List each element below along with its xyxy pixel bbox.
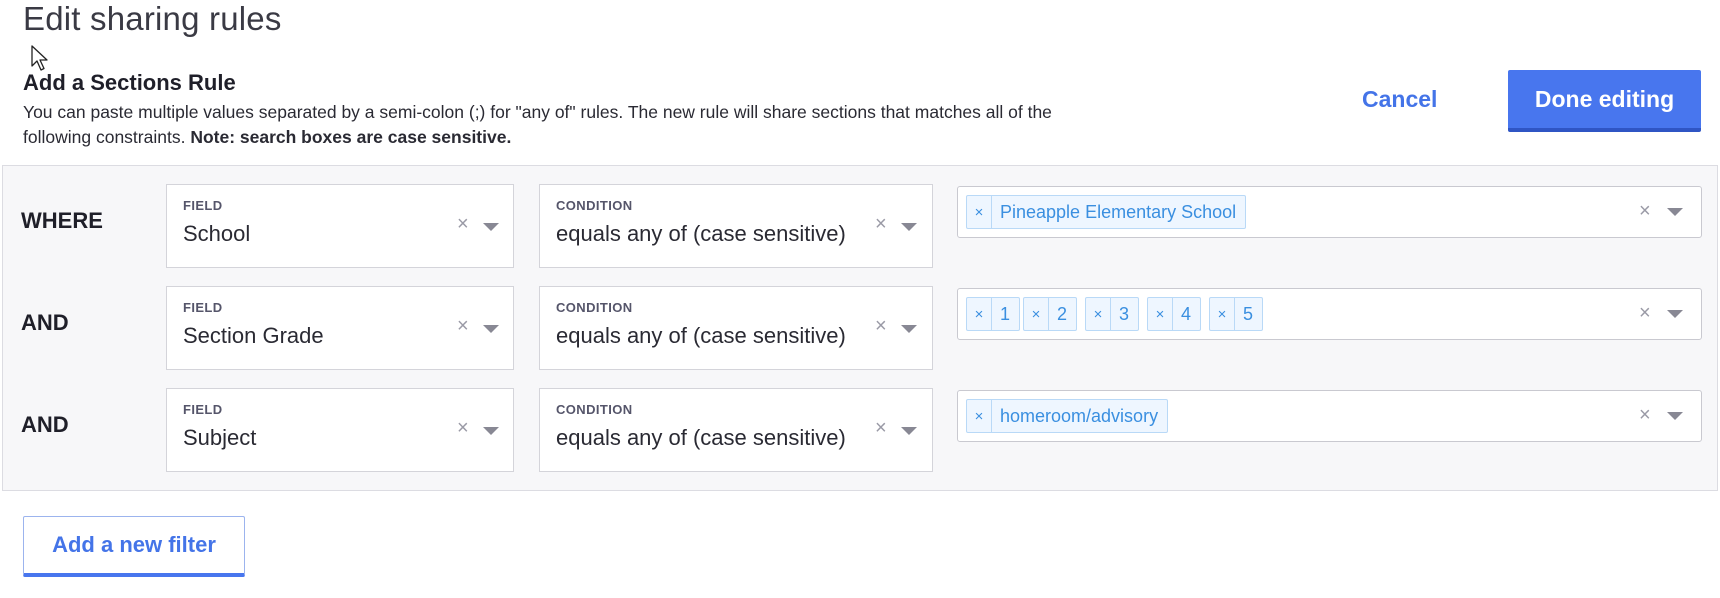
close-icon[interactable]: × [1024,298,1049,330]
values-multiselect[interactable]: × Pineapple Elementary School × [957,186,1702,238]
condition-value: equals any of (case sensitive) [556,323,846,348]
condition-value: equals any of (case sensitive) [556,221,846,246]
filter-row: AND FIELD Subject × CONDITION equals any… [3,388,1717,472]
field-value: School [183,221,251,246]
field-select[interactable]: FIELD School × [166,184,514,268]
done-editing-button[interactable]: Done editing [1508,70,1701,132]
caret-down-icon[interactable] [483,223,499,231]
condition-caption: CONDITION [556,300,633,315]
condition-select[interactable]: CONDITION equals any of (case sensitive)… [539,388,933,472]
caret-down-icon[interactable] [901,325,917,333]
close-icon[interactable]: × [1639,201,1651,221]
filter-connector-label: AND [21,412,69,437]
caret-down-icon[interactable] [1667,412,1683,420]
value-tag: × 2 [1023,297,1078,331]
field-select[interactable]: FIELD Subject × [166,388,514,472]
close-icon[interactable]: × [967,196,992,228]
value-tag-label: homeroom/advisory [1000,405,1159,426]
value-tag: × Pineapple Elementary School [966,195,1247,229]
condition-select[interactable]: CONDITION equals any of (case sensitive)… [539,184,933,268]
rule-description-text: You can paste multiple values separated … [23,102,1052,147]
value-tag-label: 2 [1057,303,1068,324]
value-tag: × 5 [1209,297,1264,331]
values-multiselect[interactable]: × homeroom/advisory × [957,390,1702,442]
rule-note: Note: search boxes are case sensitive. [190,127,512,147]
caret-down-icon[interactable] [1667,208,1683,216]
close-icon[interactable]: × [1210,298,1235,330]
close-icon[interactable]: × [457,316,469,336]
filter-row: WHERE FIELD School × CONDITION equals an… [3,184,1717,268]
condition-caption: CONDITION [556,402,633,417]
page-title: Edit sharing rules [23,0,282,37]
values-multiselect[interactable]: × 1 × 2 × 3 × 4 × 5 × [957,288,1702,340]
value-tag: × 4 [1147,297,1202,331]
filter-row: AND FIELD Section Grade × CONDITION equa… [3,286,1717,370]
caret-down-icon[interactable] [1667,310,1683,318]
cancel-button[interactable]: Cancel [1362,86,1437,113]
rule-description: You can paste multiple values separated … [23,100,1083,150]
close-icon[interactable]: × [967,298,992,330]
filter-rows-panel: WHERE FIELD School × CONDITION equals an… [2,165,1718,491]
field-select[interactable]: FIELD Section Grade × [166,286,514,370]
caret-down-icon[interactable] [901,223,917,231]
field-value: Section Grade [183,323,324,348]
value-tag-label: Pineapple Elementary School [1000,201,1237,222]
close-icon[interactable]: × [967,400,992,432]
close-icon[interactable]: × [875,316,887,336]
rule-heading: Add a Sections Rule [23,70,236,95]
field-value: Subject [183,425,257,450]
close-icon[interactable]: × [457,418,469,438]
value-tag-label: 5 [1243,303,1254,324]
close-icon[interactable]: × [875,214,887,234]
close-icon[interactable]: × [1639,405,1651,425]
caret-down-icon[interactable] [901,427,917,435]
filter-connector-label: AND [21,310,69,335]
close-icon[interactable]: × [1148,298,1173,330]
arrow-cursor-icon [31,45,48,71]
add-new-filter-button[interactable]: Add a new filter [23,516,245,577]
condition-caption: CONDITION [556,198,633,213]
close-icon[interactable]: × [1639,303,1651,323]
field-caption: FIELD [183,300,223,315]
close-icon[interactable]: × [875,418,887,438]
close-icon[interactable]: × [457,214,469,234]
value-tag: × homeroom/advisory [966,399,1169,433]
value-tag-label: 1 [1000,303,1011,324]
caret-down-icon[interactable] [483,325,499,333]
caret-down-icon[interactable] [483,427,499,435]
field-caption: FIELD [183,402,223,417]
filter-connector-label: WHERE [21,208,103,233]
value-tag-label: 3 [1119,303,1130,324]
field-caption: FIELD [183,198,223,213]
condition-select[interactable]: CONDITION equals any of (case sensitive)… [539,286,933,370]
condition-value: equals any of (case sensitive) [556,425,846,450]
value-tag: × 3 [1085,297,1140,331]
close-icon[interactable]: × [1086,298,1111,330]
value-tag-label: 4 [1181,303,1192,324]
value-tag: × 1 [966,297,1021,331]
